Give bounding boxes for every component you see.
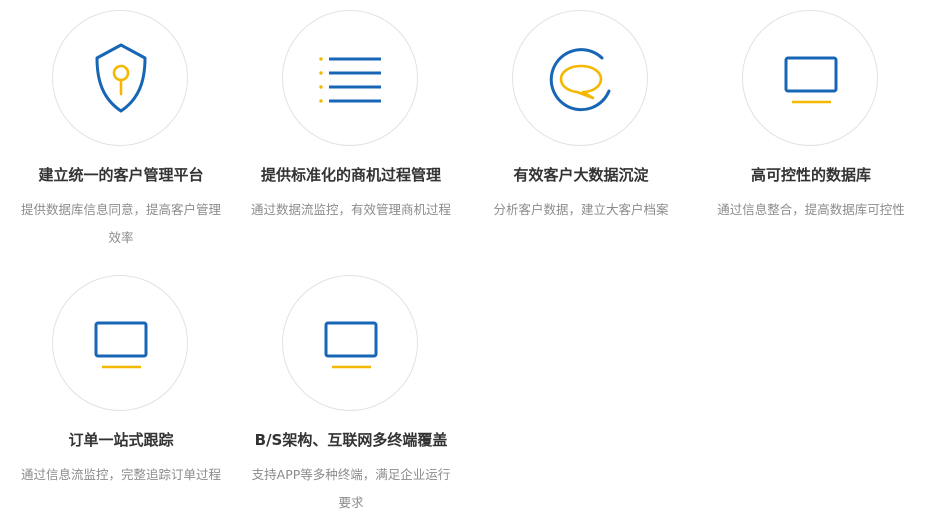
feature-title: 有效客户大数据沉淀: [513, 166, 649, 184]
monitor-icon: [784, 56, 838, 104]
feature-description: 通过信息整合，提高数据库可控性: [717, 202, 905, 217]
icon-circle: [52, 10, 188, 146]
icon-circle: [742, 10, 878, 146]
icon-circle: [512, 10, 648, 146]
feature-title: 提供标准化的商机过程管理: [260, 166, 441, 184]
feature-title: 订单一站式跟踪: [68, 431, 174, 449]
feature-title: B/S架构、互联网多终端覆盖: [254, 431, 448, 449]
feature-description: 分析客户数据，建立大客户档案: [493, 202, 669, 217]
list-icon: [319, 57, 381, 103]
monitor-icon: [94, 321, 148, 369]
icon-circle: [282, 10, 418, 146]
feature-description: 提供数据库信息同意，提高客户管理效率: [20, 202, 221, 245]
feature-description: 支持APP等多种终端，满足企业运行要求: [251, 467, 451, 510]
feature-description: 通过数据流监控，有效管理商机过程: [250, 202, 451, 217]
icon-circle: [52, 275, 188, 411]
chat-bubble-icon: [549, 48, 611, 112]
monitor-icon: [324, 321, 378, 369]
feature-title: 建立统一的客户管理平台: [38, 166, 204, 184]
feature-title: 高可控性的数据库: [750, 166, 871, 184]
feature-description: 通过信息流监控，完整追踪订单过程: [20, 467, 221, 482]
icon-circle: [282, 275, 418, 411]
shield-key-icon: [95, 43, 147, 113]
